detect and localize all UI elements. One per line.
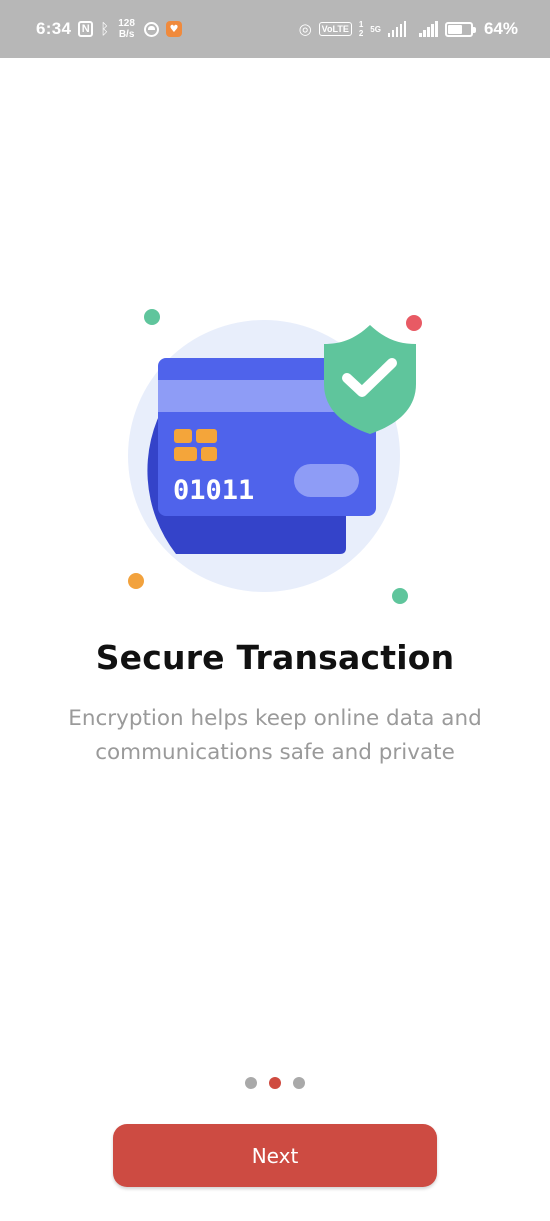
bluetooth-icon: ᛒ — [100, 19, 110, 38]
status-time: 6:34 — [36, 19, 72, 38]
description-line-2: communications safe and private — [95, 740, 455, 765]
status-bar-right: ◎ VoLTE 1 2 5G 64% — [299, 19, 518, 39]
card-number: 01011 — [173, 475, 254, 506]
sim-slot-labels: 1 2 — [359, 20, 363, 38]
page-indicator — [0, 1077, 550, 1089]
app-notification-icon — [143, 21, 159, 37]
signal-strength-icon-sim2 — [419, 21, 438, 37]
signal-strength-icon-sim1 — [387, 21, 407, 37]
next-button[interactable]: Next — [113, 1124, 437, 1187]
heart-app-notification-icon: ♥ — [165, 21, 182, 37]
network-speed-value: 128 — [118, 18, 135, 29]
network-type-label: 5G — [370, 24, 381, 34]
decorative-dot-green-top — [144, 309, 160, 325]
battery-level-fill — [447, 24, 463, 34]
battery-icon — [444, 21, 476, 37]
nfc-icon: N — [78, 21, 94, 37]
sim-slot-2-label: 2 — [358, 29, 364, 38]
onboarding-title: Secure Transaction — [95, 638, 455, 677]
card-pill-shape — [294, 464, 359, 497]
battery-percentage: 64% — [483, 19, 518, 38]
page-indicator-dot — [293, 1077, 305, 1089]
network-speed-unit: B/s — [118, 29, 135, 40]
description-line-1: Encryption helps keep online data and — [68, 706, 482, 731]
secure-card-illustration: 01011 — [128, 309, 422, 604]
network-speed: 128 B/s — [118, 18, 135, 40]
sim-slot-1-label: 1 — [358, 20, 364, 29]
hotspot-icon: ◎ — [298, 19, 312, 38]
decorative-dot-green-bottom — [392, 588, 408, 604]
onboarding-description: Encryption helps keep online data and co… — [40, 702, 510, 770]
decorative-dot-orange — [128, 573, 144, 589]
status-bar-left: 6:34 N ᛒ 128 B/s ♥ — [36, 18, 182, 40]
page-indicator-dot — [245, 1077, 257, 1089]
volte-icon: VoLTE — [318, 22, 352, 36]
status-bar: 6:34 N ᛒ 128 B/s ♥ ◎ VoLTE 1 2 5G 64% — [0, 0, 550, 58]
page-indicator-dot-active — [269, 1077, 281, 1089]
decorative-dot-red — [406, 315, 422, 331]
